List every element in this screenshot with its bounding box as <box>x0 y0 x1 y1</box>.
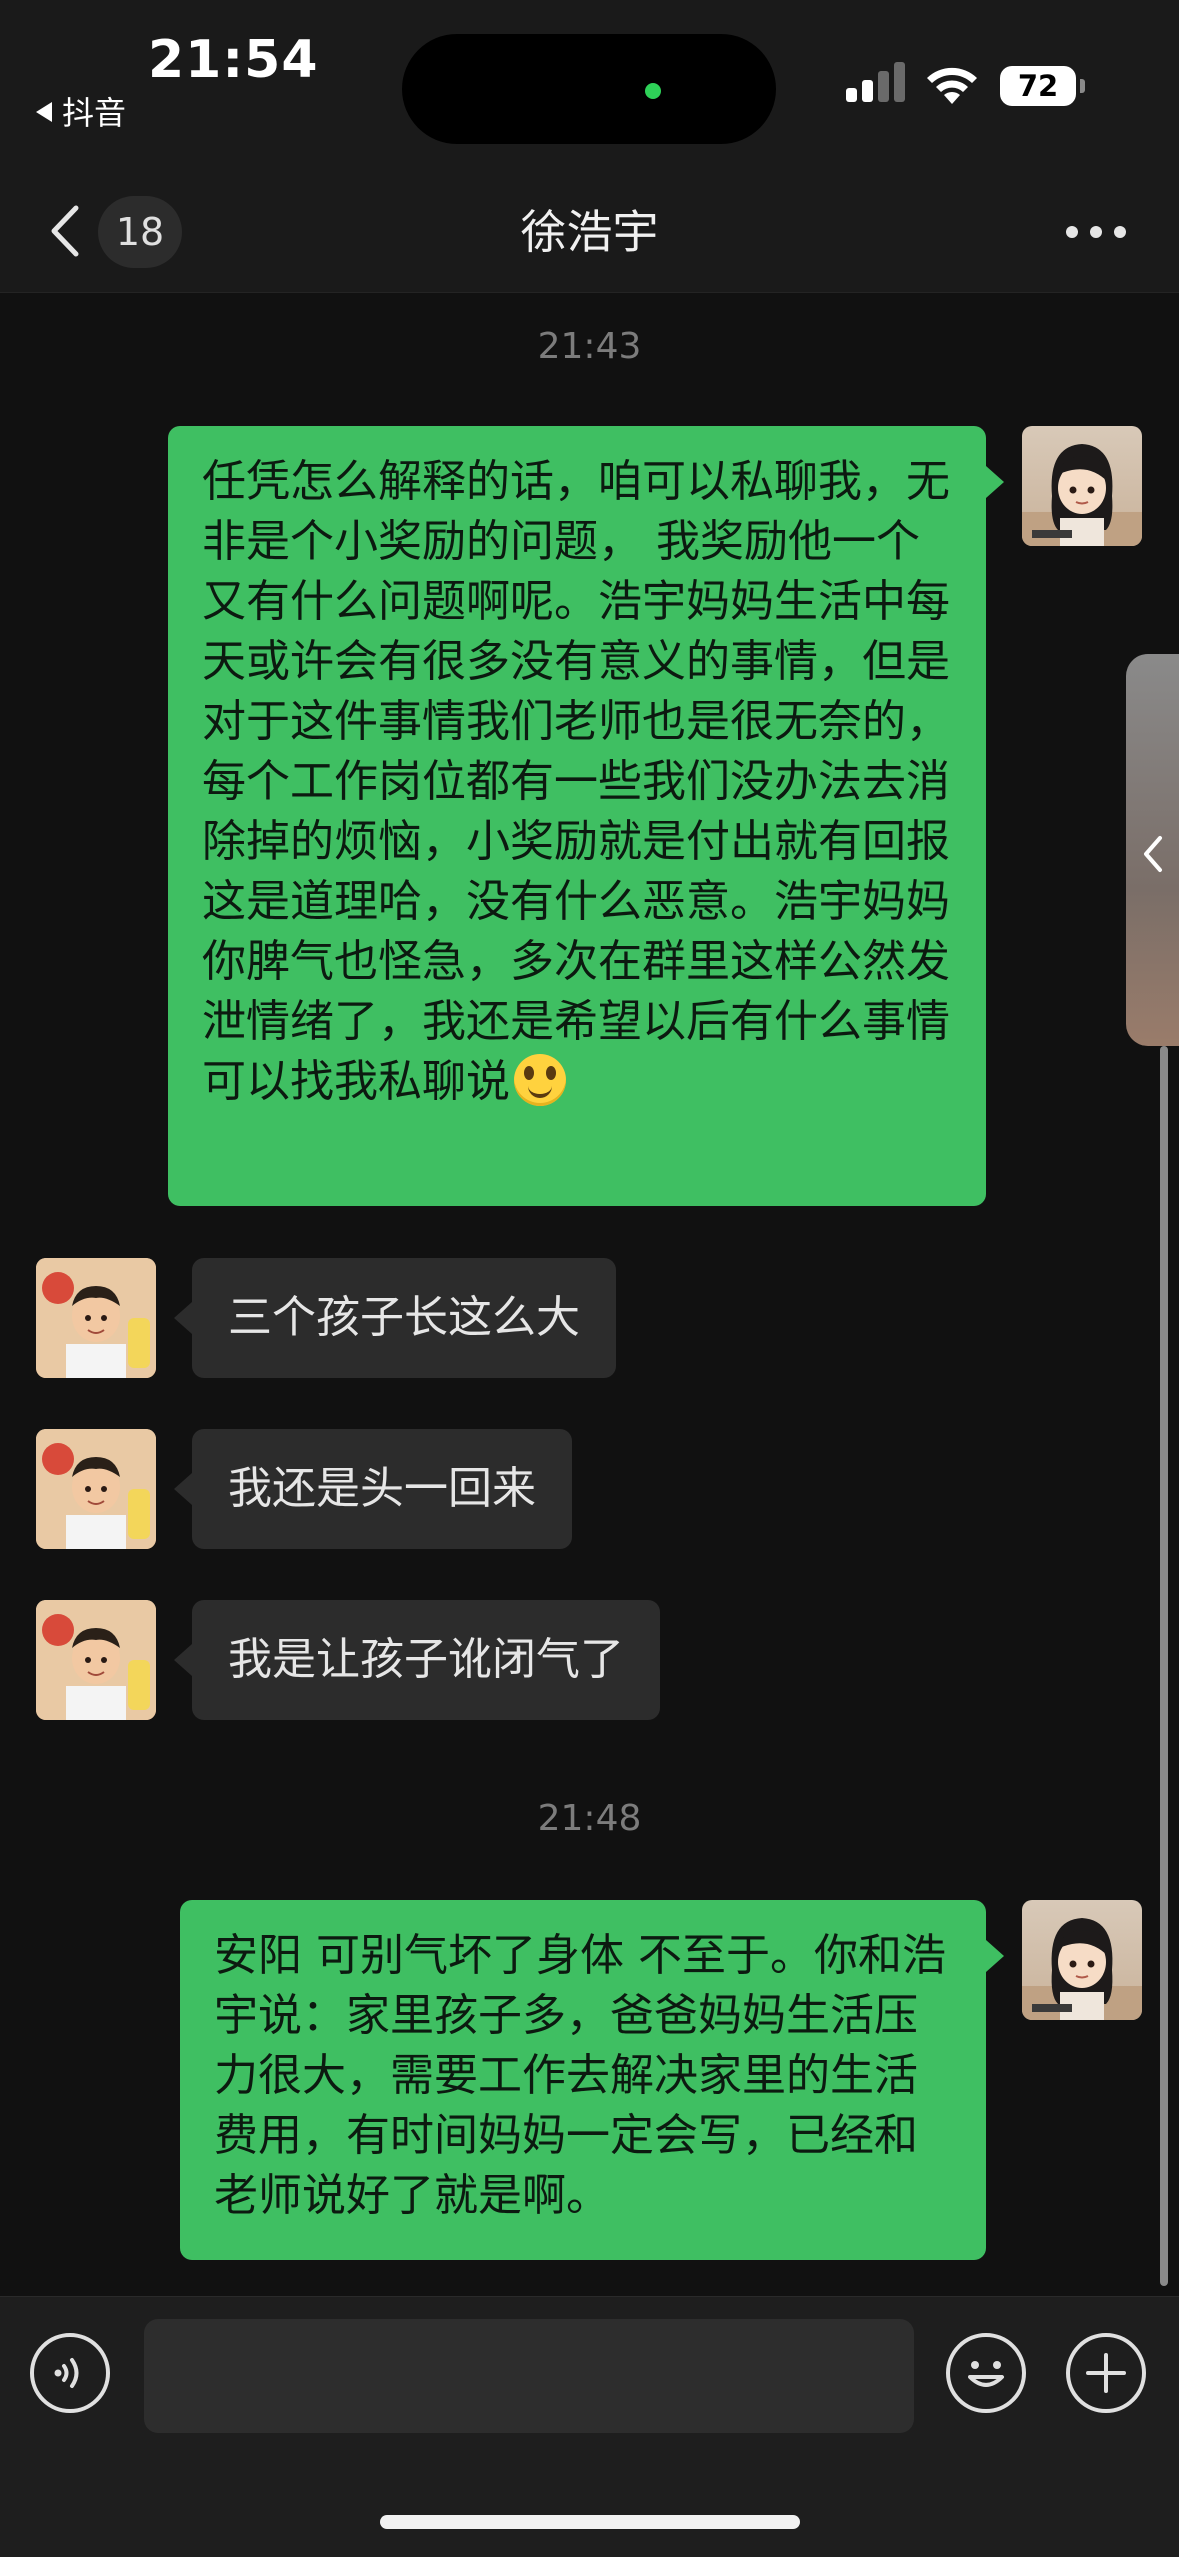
received-message-bubble[interactable]: 我是让孩子讹闭气了 <box>174 1600 660 1720</box>
child-avatar-icon <box>36 1429 156 1549</box>
back-app-label: 抖音 <box>62 94 127 132</box>
plus-icon <box>1086 2353 1126 2393</box>
battery-level: 72 <box>1000 66 1076 106</box>
child-avatar-icon <box>36 1258 156 1378</box>
message-text-field[interactable] <box>144 2319 914 2433</box>
scrollbar[interactable] <box>1160 1046 1168 2286</box>
chevron-left-icon <box>1144 836 1162 872</box>
dynamic-island <box>402 34 776 144</box>
contact-avatar[interactable] <box>36 1258 156 1378</box>
received-message-text: 三个孩子长这么大 <box>228 1292 580 1343</box>
my-avatar[interactable] <box>1022 1900 1142 2020</box>
sent-message-text: 安阳 可别气坏了身体 不至于。你和浩宇说：家里孩子多，爸爸妈妈生活压力很大，需要… <box>214 1930 946 2221</box>
contact-avatar[interactable] <box>36 1429 156 1549</box>
battery-nub <box>1080 79 1085 93</box>
emoji-button[interactable] <box>946 2333 1026 2413</box>
child-avatar-icon <box>36 1600 156 1720</box>
voice-icon <box>54 2358 79 2388</box>
my-avatar[interactable] <box>1022 426 1142 546</box>
back-triangle-icon <box>36 102 52 122</box>
message-timestamp: 21:43 <box>537 326 642 367</box>
chat-title: 徐浩宇 <box>520 205 659 259</box>
message-timestamp: 21:48 <box>537 1798 642 1839</box>
back-to-app-link[interactable]: 抖音 <box>36 88 126 134</box>
wifi-icon <box>927 67 977 104</box>
emoji-icon <box>968 2361 1004 2387</box>
cellular-signal-icon <box>846 60 906 102</box>
more-dots-icon[interactable] <box>1066 222 1126 242</box>
status-time: 21:54 <box>148 30 319 90</box>
girl-avatar-icon <box>1022 444 1142 546</box>
more-functions-button[interactable] <box>1066 2333 1146 2413</box>
received-message-text: 我还是头一回来 <box>228 1463 536 1514</box>
received-message-bubble[interactable]: 我还是头一回来 <box>174 1429 572 1549</box>
status-bar: 21:54 抖音 72 <box>0 0 1179 170</box>
sent-message-bubble[interactable]: 任凭怎么解释的话，咱可以私聊我，无非是个小奖励的问题， 我奖励他一个又有什么问题… <box>168 426 1004 1206</box>
received-message-text: 我是让孩子讹闭气了 <box>228 1634 624 1685</box>
chat-header: 18 徐浩宇 <box>0 170 1179 293</box>
side-panel-handle[interactable] <box>1126 654 1179 1046</box>
received-message-bubble[interactable]: 三个孩子长这么大 <box>174 1258 616 1378</box>
voice-input-button[interactable] <box>30 2333 110 2413</box>
sent-message-bubble[interactable]: 安阳 可别气坏了身体 不至于。你和浩宇说：家里孩子多，爸爸妈妈生活压力很大，需要… <box>180 1900 1004 2260</box>
camera-indicator-icon <box>645 83 661 99</box>
message-input-bar <box>0 2296 1179 2557</box>
girl-avatar-icon <box>1022 1918 1142 2020</box>
contact-avatar[interactable] <box>36 1600 156 1720</box>
sent-message-text: 任凭怎么解释的话，咱可以私聊我，无非是个小奖励的问题， 我奖励他一个又有什么问题… <box>202 456 950 1107</box>
home-indicator[interactable] <box>380 2515 800 2529</box>
smiling-face-emoji-icon <box>514 1054 566 1106</box>
